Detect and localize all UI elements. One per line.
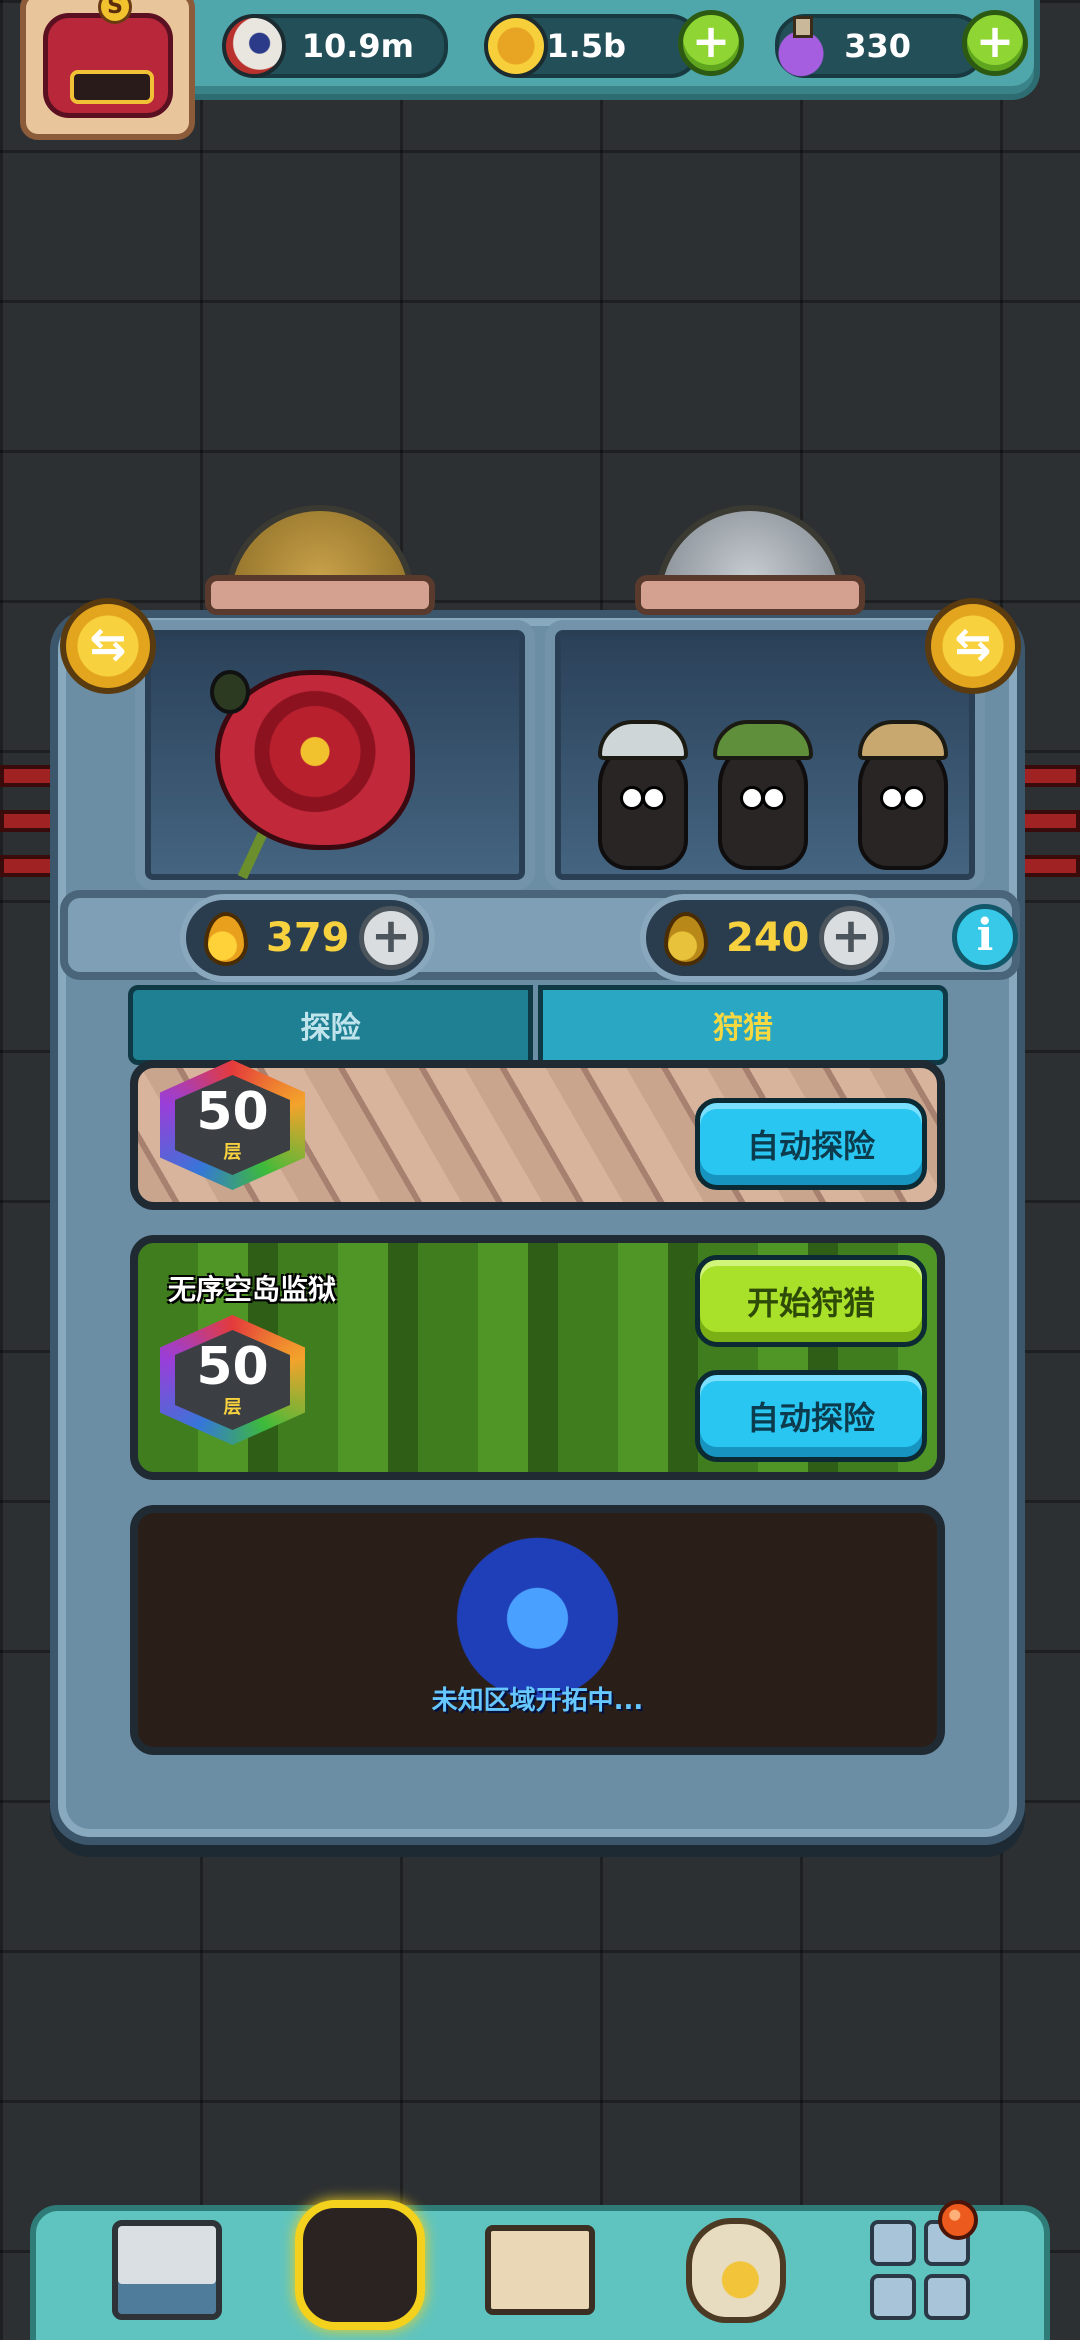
bag-icon [686,2217,786,2323]
dome-base [635,575,865,615]
right-drop-counter: 240 + [640,894,895,982]
nav-shop[interactable] [107,2210,227,2330]
unexplored-status-text: 未知区域开拓中... [431,1686,644,1716]
gold-drop-icon [204,912,248,966]
unexplored-floor-card [130,1505,945,1755]
monster-icon [295,2200,425,2330]
bug-rider-icon [210,670,250,714]
add-coins-button[interactable]: + [678,10,744,76]
swap-right-button[interactable]: ⇆ [925,598,1021,694]
nav-book[interactable] [480,2210,600,2330]
nav-monster[interactable] [290,2195,430,2335]
swap-left-button[interactable]: ⇆ [60,598,156,694]
left-drop-counter: 379 + [180,894,435,982]
start-hunt-button[interactable]: 开始狩猎 [695,1255,927,1347]
add-potions-button[interactable]: + [962,10,1028,76]
shop-icon [112,2220,222,2320]
monster-face-icon [42,12,173,118]
tab-hunt[interactable]: 狩猎 [538,985,948,1065]
info-button[interactable]: i [952,904,1018,970]
add-left-drops-button[interactable]: + [359,906,423,970]
potion-icon [769,14,833,78]
coins-counter: 1.5b [484,14,700,78]
notification-dot-icon [938,2200,978,2240]
eyes-counter: 10.9m [222,14,448,78]
player-rank-badge[interactable]: S [20,0,195,140]
eyeball-icon [222,14,286,78]
creature-hat-icon [713,720,813,760]
potions-counter: 330 [769,14,985,78]
gold-coin-icon [484,14,548,78]
gold-drop-icon [664,912,708,966]
add-right-drops-button[interactable]: + [819,906,883,970]
floor-title: 无序空岛监狱 [168,1273,337,1306]
dome-base [205,575,435,615]
tab-explore[interactable]: 探险 [128,985,533,1065]
nav-bag[interactable] [676,2210,796,2330]
book-icon [485,2225,595,2315]
auto-explore-button[interactable]: 自动探险 [695,1370,927,1462]
auto-explore-button[interactable]: 自动探险 [695,1098,927,1190]
